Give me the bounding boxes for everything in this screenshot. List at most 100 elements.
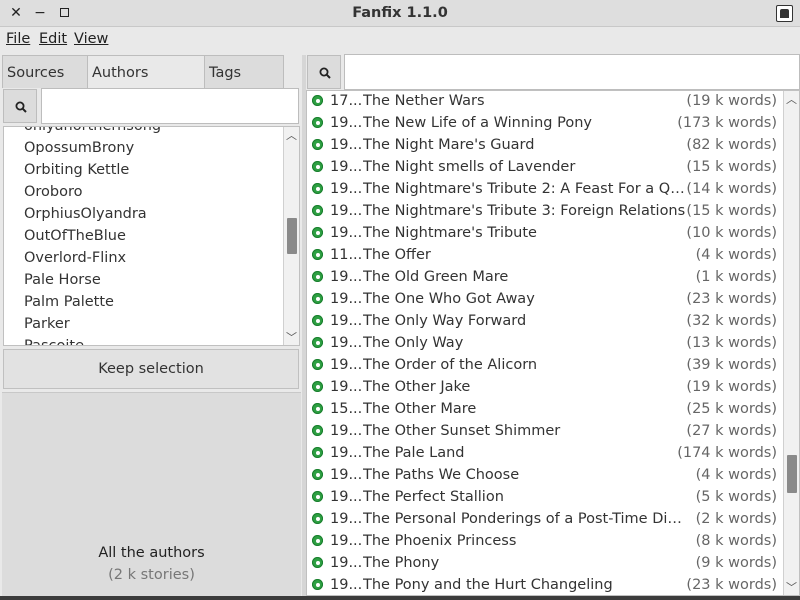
status-dot-icon	[312, 381, 323, 392]
search-button[interactable]	[3, 89, 37, 123]
status-dot-icon	[312, 95, 323, 106]
story-row[interactable]: 19... The One Who Got Away (23 k words)	[307, 288, 785, 310]
story-word-count: (5 k words)	[695, 489, 777, 505]
story-row[interactable]: 19... The Perfect Stallion (5 k words)	[307, 486, 785, 508]
author-list-item[interactable]: Orbiting Kettle	[24, 159, 129, 181]
story-row[interactable]: 19... The Order of the Alicorn (39 k words…	[307, 354, 785, 376]
author-list-item[interactable]: OutOfTheBlue	[24, 225, 126, 247]
story-title: The Nightmare's Tribute 2: A Feast For a…	[363, 181, 689, 197]
story-date: 19...	[330, 555, 363, 571]
story-row[interactable]: 11... The Offer (4 k words)	[307, 244, 785, 266]
author-list-item[interactable]: onlyanorthernsong	[24, 127, 161, 137]
scroll-down-icon[interactable]: ﹀	[284, 331, 299, 345]
story-date: 19...	[330, 379, 363, 395]
story-row[interactable]: 19... The Old Green Mare (1 k words)	[307, 266, 785, 288]
menu-edit[interactable]: Edit	[39, 31, 67, 47]
author-list-item[interactable]: OrphiusOlyandra	[24, 203, 147, 225]
story-word-count: (8 k words)	[695, 533, 777, 549]
keep-selection-button[interactable]: Keep selection	[3, 349, 299, 389]
story-title: The Phoenix Princess	[363, 533, 517, 549]
story-row[interactable]: 19... The New Life of a Winning Pony (173 …	[307, 112, 785, 134]
story-word-count: (4 k words)	[695, 247, 777, 263]
menu-view[interactable]: View	[74, 31, 108, 47]
author-list-item[interactable]: Pale Horse	[24, 269, 101, 291]
story-date: 19...	[330, 137, 363, 153]
story-row[interactable]: 19... The Only Way Forward (32 k words)	[307, 310, 785, 332]
story-word-count: (173 k words)	[677, 115, 777, 131]
authors-list[interactable]: onlyanorthernsong OpossumBrony Orbiting Ke…	[3, 126, 300, 346]
story-row[interactable]: 19... The Only Way (13 k words)	[307, 332, 785, 354]
scroll-up-icon[interactable]: ︿	[784, 93, 799, 107]
story-row[interactable]: 17... The Nether Wars (19 k words)	[307, 91, 785, 112]
story-row[interactable]: 19... The Night smells of Lavender (15 k w…	[307, 156, 785, 178]
author-list-item[interactable]: Oroboro	[24, 181, 83, 203]
story-row[interactable]: 19... The Nightmare's Tribute (10 k words)	[307, 222, 785, 244]
story-word-count: (174 k words)	[677, 445, 777, 461]
author-list-item[interactable]: OpossumBrony	[24, 137, 134, 159]
story-row[interactable]: 19... The Phoenix Princess (8 k words)	[307, 530, 785, 552]
story-title: The Nightmare's Tribute	[363, 225, 537, 241]
story-row[interactable]: 19... The Personal Ponderings of a Post-T…	[307, 508, 785, 530]
story-search-input[interactable]	[344, 54, 800, 90]
author-search-input[interactable]	[41, 88, 299, 124]
story-title: The Other Mare	[363, 401, 477, 417]
search-icon	[319, 67, 331, 79]
story-row[interactable]: 19... The Nightmare's Tribute 3: Foreign …	[307, 200, 785, 222]
story-date: 17...	[330, 93, 363, 109]
story-date: 15...	[330, 401, 363, 417]
tab-tags[interactable]: Tags (209)	[204, 55, 284, 115]
status-dot-icon	[312, 469, 323, 480]
stories-scroll-thumb[interactable]	[787, 455, 797, 494]
story-date: 19...	[330, 269, 363, 285]
tab-sources[interactable]: Sources (6)	[2, 55, 88, 115]
authors-scroll-thumb[interactable]	[287, 218, 297, 254]
tab-authors[interactable]: Authors (1000)	[87, 55, 205, 115]
story-date: 19...	[330, 203, 363, 219]
story-word-count: (10 k words)	[686, 225, 777, 241]
story-title: The Pale Land	[363, 445, 465, 461]
story-title: The One Who Got Away	[363, 291, 535, 307]
stories-list[interactable]: 17... The Nether Wars (19 k words) 19... The…	[306, 90, 800, 596]
story-date: 19...	[330, 291, 363, 307]
bottom-edge	[0, 596, 800, 600]
story-row[interactable]: 19... The Nightmare's Tribute 2: A Feast …	[307, 178, 785, 200]
story-date: 19...	[330, 357, 363, 373]
story-word-count: (4 k words)	[695, 467, 777, 483]
story-row[interactable]: 19... The Paths We Choose (4 k words)	[307, 464, 785, 486]
status-dot-icon	[312, 315, 323, 326]
status-dot-icon	[312, 293, 323, 304]
story-title: The Pony and the Hurt Changeling	[363, 577, 613, 593]
info-title: All the authors	[98, 545, 205, 561]
author-list-item[interactable]: Palm Palette	[24, 291, 114, 313]
story-date: 19...	[330, 533, 363, 549]
menu-file[interactable]: File	[6, 31, 30, 47]
status-dot-icon	[312, 535, 323, 546]
story-row[interactable]: 19... The Other Sunset Shimmer (27 k words…	[307, 420, 785, 442]
story-row[interactable]: 19... The Pale Land (174 k words)	[307, 442, 785, 464]
story-search-bar	[306, 54, 800, 90]
story-word-count: (39 k words)	[686, 357, 777, 373]
story-word-count: (32 k words)	[686, 313, 777, 329]
status-dot-icon	[312, 359, 323, 370]
story-word-count: (23 k words)	[686, 291, 777, 307]
status-dot-icon	[312, 271, 323, 282]
author-list-item[interactable]: Overlord-Flinx	[24, 247, 126, 269]
story-row[interactable]: 19... The Night Mare's Guard (82 k words)	[307, 134, 785, 156]
story-word-count: (14 k words)	[686, 181, 777, 197]
story-date: 19...	[330, 489, 363, 505]
author-list-item[interactable]: Parker	[24, 313, 70, 335]
stories-scrollbar[interactable]: ︿ ﹀	[783, 91, 799, 595]
story-row[interactable]: 15... The Other Mare (25 k words)	[307, 398, 785, 420]
story-search-button[interactable]	[307, 55, 341, 89]
scroll-down-icon[interactable]: ﹀	[784, 581, 799, 595]
story-row[interactable]: 19... The Phony (9 k words)	[307, 552, 785, 574]
story-date: 19...	[330, 445, 363, 461]
status-dot-icon	[312, 337, 323, 348]
story-row[interactable]: 19... The Pony and the Hurt Changeling (23…	[307, 574, 785, 595]
story-word-count: (15 k words)	[686, 159, 777, 175]
story-row[interactable]: 19... The Other Jake (19 k words)	[307, 376, 785, 398]
author-list-item[interactable]: Pascoite	[24, 335, 84, 345]
scroll-up-icon[interactable]: ︿	[284, 129, 299, 143]
story-title: The Paths We Choose	[363, 467, 520, 483]
authors-scrollbar[interactable]: ︿ ﹀	[283, 127, 299, 345]
